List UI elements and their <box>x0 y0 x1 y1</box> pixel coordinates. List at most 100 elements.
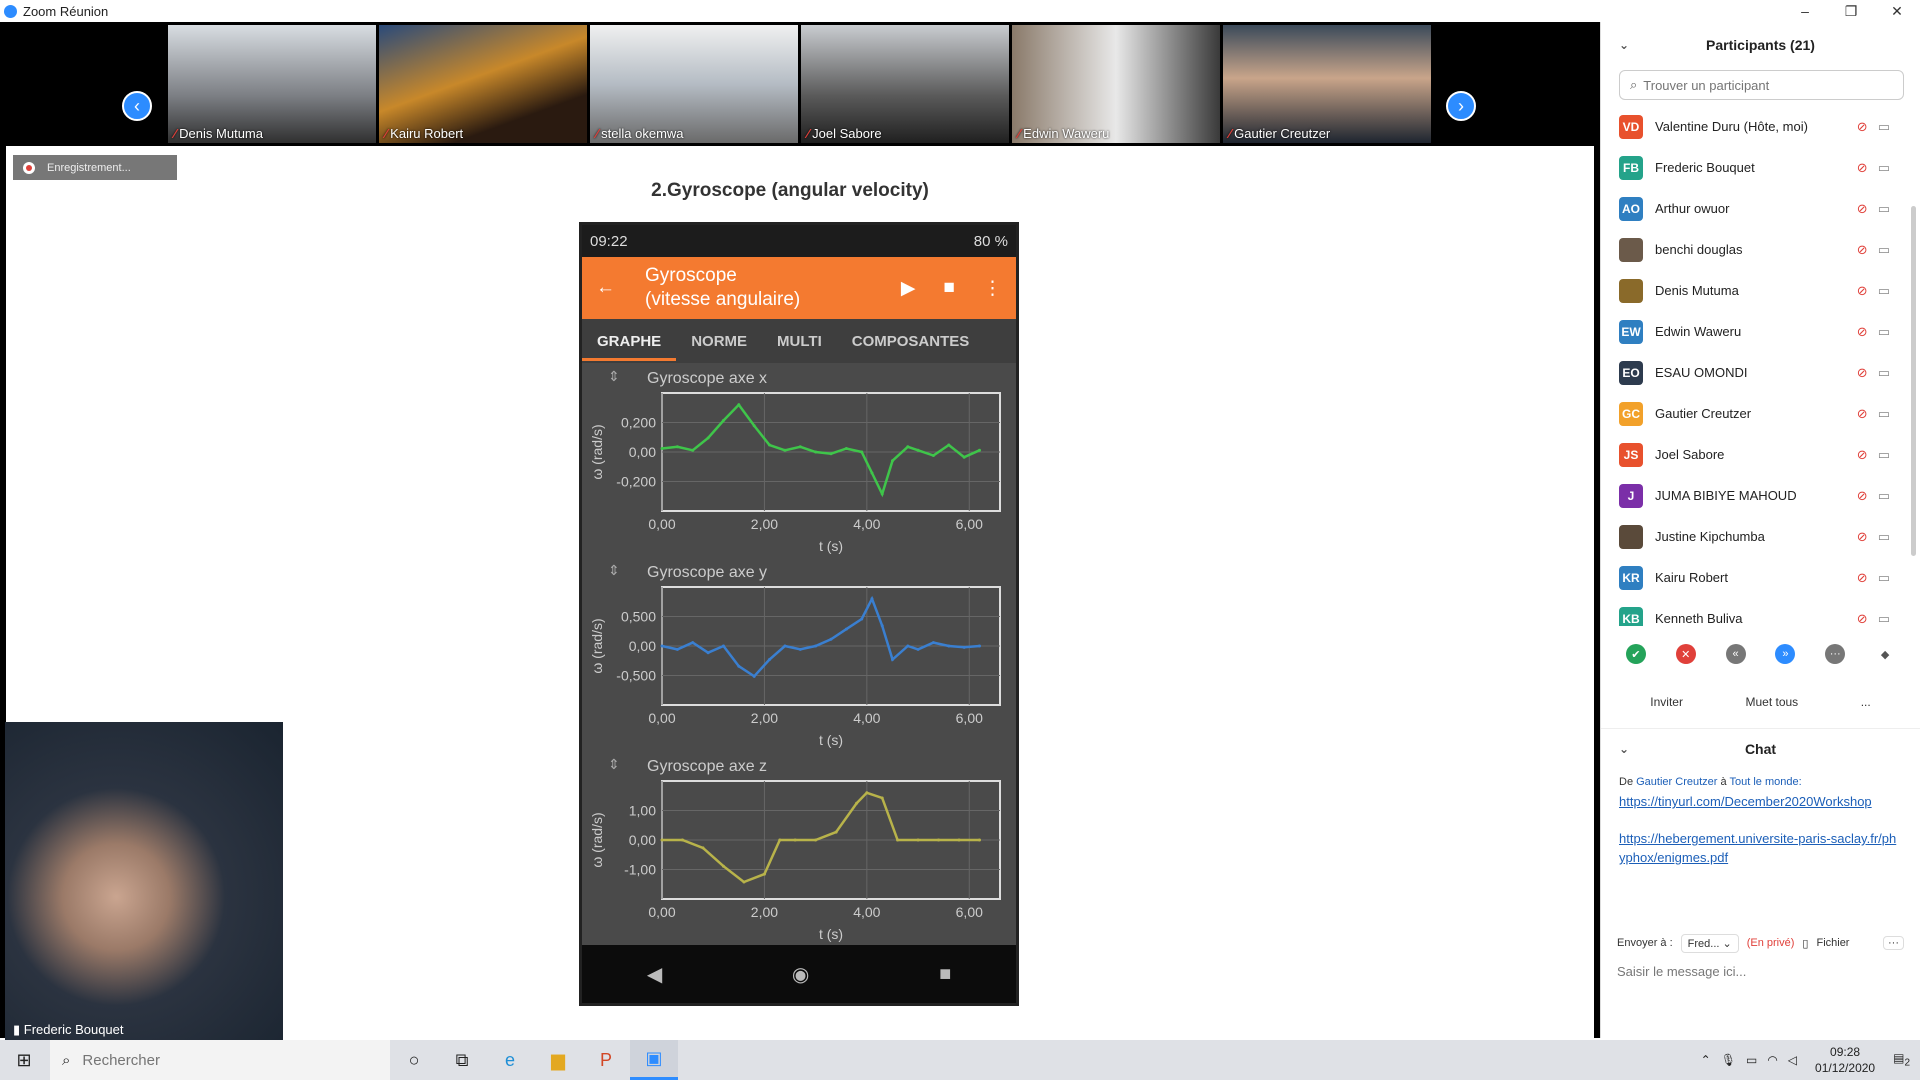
mic-muted-icon[interactable]: ⊘ <box>1857 242 1868 258</box>
taskbar-search[interactable]: ⌕ <box>50 1040 390 1080</box>
camera-icon[interactable]: ▭ <box>1878 406 1890 422</box>
volume-icon[interactable]: ◁ <box>1788 1053 1797 1067</box>
camera-icon[interactable]: ▭ <box>1878 119 1890 135</box>
expand-icon: ⇕ <box>608 368 620 384</box>
microphone-icon[interactable]: 🎙 <box>1721 1053 1736 1067</box>
data-point <box>844 447 848 451</box>
data-point <box>855 801 859 805</box>
participant-row[interactable]: JS Joel Sabore ⊘ ▭ <box>1601 434 1920 475</box>
camera-icon[interactable]: ▭ <box>1878 570 1890 586</box>
wifi-icon[interactable]: ◠ <box>1767 1053 1777 1067</box>
edge-icon[interactable]: e <box>486 1040 534 1080</box>
battery-icon[interactable]: ▭ <box>1746 1053 1757 1067</box>
more-reactions-icon[interactable]: ··· <box>1825 644 1846 664</box>
slower-icon[interactable]: « <box>1725 644 1746 664</box>
recipient-select[interactable]: Fred... ⌄ <box>1680 933 1739 953</box>
participant-row[interactable]: EO ESAU OMONDI ⊘ ▭ <box>1601 352 1920 393</box>
reaction-buttons: ✔ ✕ « » ··· ◆ <box>1601 626 1920 682</box>
participant-row[interactable]: FB Frederic Bouquet ⊘ ▭ <box>1601 147 1920 188</box>
participant-row[interactable]: KR Kairu Robert ⊘ ▭ <box>1601 557 1920 598</box>
chat-link[interactable]: https://hebergement.universite-paris-sac… <box>1619 829 1902 867</box>
task-view-icon[interactable]: ⧉ <box>438 1040 486 1080</box>
speaker-video[interactable]: ▮ Frederic Bouquet <box>5 722 283 1040</box>
mute-all-button[interactable]: Muet tous <box>1735 690 1808 714</box>
file-icon[interactable]: ▯ <box>1802 937 1808 950</box>
tray-chevron-icon[interactable]: ⌃ <box>1701 1053 1711 1067</box>
clear-icon[interactable]: ◆ <box>1875 644 1896 664</box>
chat-more-button[interactable]: ··· <box>1883 936 1904 950</box>
gallery-prev-button[interactable]: ‹ <box>122 91 152 121</box>
participant-row[interactable]: KB Kenneth Buliva ⊘ ▭ <box>1601 598 1920 626</box>
taskbar-clock[interactable]: 09:28 01/12/2020 <box>1815 1044 1875 1076</box>
data-point <box>752 674 756 678</box>
video-tile[interactable]: Denis Mutuma <box>168 25 376 143</box>
participant-search-input[interactable] <box>1643 77 1903 93</box>
powerpoint-icon[interactable]: P <box>582 1040 630 1080</box>
mic-muted-icon[interactable]: ⊘ <box>1857 447 1868 463</box>
participant-row[interactable]: Denis Mutuma ⊘ ▭ <box>1601 270 1920 311</box>
tile-name: Kairu Robert <box>385 126 463 141</box>
private-label: (En privé) <box>1746 937 1795 949</box>
yes-icon[interactable]: ✔ <box>1625 644 1646 664</box>
camera-icon[interactable]: ▭ <box>1878 447 1890 463</box>
taskbar-search-input[interactable] <box>82 1051 282 1069</box>
mic-muted-icon[interactable]: ⊘ <box>1857 324 1868 340</box>
cortana-icon[interactable]: ○ <box>390 1040 438 1080</box>
mic-muted-icon[interactable]: ⊘ <box>1857 365 1868 381</box>
record-icon <box>23 161 35 174</box>
video-tile[interactable]: stella okemwa <box>590 25 798 143</box>
video-tile[interactable]: Gautier Creutzer <box>1223 25 1431 143</box>
video-tile[interactable]: Edwin Waweru <box>1012 25 1220 143</box>
chart-title: Gyroscope axe y <box>647 564 767 581</box>
mic-muted-icon[interactable]: ⊘ <box>1857 406 1868 422</box>
file-explorer-icon[interactable]: ▆ <box>534 1040 582 1080</box>
zoom-taskbar-icon[interactable]: ▣ <box>630 1040 678 1080</box>
chat-input[interactable]: Saisir le message ici... <box>1601 958 1920 985</box>
faster-icon[interactable]: » <box>1775 644 1796 664</box>
video-tile[interactable]: Joel Sabore <box>801 25 1009 143</box>
mic-muted-icon[interactable]: ⊘ <box>1857 570 1868 586</box>
participant-actions: Inviter Muet tous ... <box>1601 682 1920 722</box>
close-button[interactable]: ✕ <box>1874 0 1920 22</box>
recording-indicator[interactable]: Enregistrement... <box>13 155 177 180</box>
chevron-down-icon[interactable]: ⌄ <box>1619 38 1629 52</box>
more-button[interactable]: ... <box>1851 690 1881 714</box>
mic-muted-icon[interactable]: ⊘ <box>1857 611 1868 627</box>
mic-muted-icon[interactable]: ⊘ <box>1857 160 1868 176</box>
camera-icon[interactable]: ▭ <box>1878 365 1890 381</box>
no-icon[interactable]: ✕ <box>1675 644 1696 664</box>
avatar: JS <box>1619 442 1643 467</box>
camera-icon[interactable]: ▭ <box>1878 283 1890 299</box>
mic-muted-icon[interactable]: ⊘ <box>1857 529 1868 545</box>
file-button[interactable]: Fichier <box>1816 937 1849 949</box>
camera-icon[interactable]: ▭ <box>1878 529 1890 545</box>
participant-row[interactable]: benchi douglas ⊘ ▭ <box>1601 229 1920 270</box>
mic-muted-icon[interactable]: ⊘ <box>1857 119 1868 135</box>
camera-icon[interactable]: ▭ <box>1878 611 1890 627</box>
minimize-button[interactable]: – <box>1782 0 1828 22</box>
participant-row[interactable]: J JUMA BIBIYE MAHOUD ⊘ ▭ <box>1601 475 1920 516</box>
camera-icon[interactable]: ▭ <box>1878 201 1890 217</box>
participant-row[interactable]: Justine Kipchumba ⊘ ▭ <box>1601 516 1920 557</box>
participant-row[interactable]: VD Valentine Duru (Hôte, moi) ⊘ ▭ <box>1601 106 1920 147</box>
participant-row[interactable]: AO Arthur owuor ⊘ ▭ <box>1601 188 1920 229</box>
notifications-icon[interactable]: ▤2 <box>1893 1051 1910 1068</box>
camera-icon[interactable]: ▭ <box>1878 160 1890 176</box>
chat-link[interactable]: https://tinyurl.com/December2020Workshop <box>1619 792 1902 811</box>
video-tile[interactable]: Kairu Robert <box>379 25 587 143</box>
mic-muted-icon[interactable]: ⊘ <box>1857 488 1868 504</box>
more-vert-icon: ⋮ <box>983 277 1002 299</box>
chevron-down-icon[interactable]: ⌄ <box>1619 742 1629 756</box>
windows-start-icon[interactable]: ⊞ <box>0 1040 48 1080</box>
camera-icon[interactable]: ▭ <box>1878 242 1890 258</box>
mic-muted-icon[interactable]: ⊘ <box>1857 201 1868 217</box>
restore-button[interactable]: ❐ <box>1828 0 1874 22</box>
participant-row[interactable]: GC Gautier Creutzer ⊘ ▭ <box>1601 393 1920 434</box>
participant-row[interactable]: EW Edwin Waweru ⊘ ▭ <box>1601 311 1920 352</box>
participant-search[interactable]: ⌕ <box>1619 70 1904 100</box>
camera-icon[interactable]: ▭ <box>1878 324 1890 340</box>
gallery-next-button[interactable]: › <box>1446 91 1476 121</box>
invite-button[interactable]: Inviter <box>1640 690 1693 714</box>
mic-muted-icon[interactable]: ⊘ <box>1857 283 1868 299</box>
camera-icon[interactable]: ▭ <box>1878 488 1890 504</box>
